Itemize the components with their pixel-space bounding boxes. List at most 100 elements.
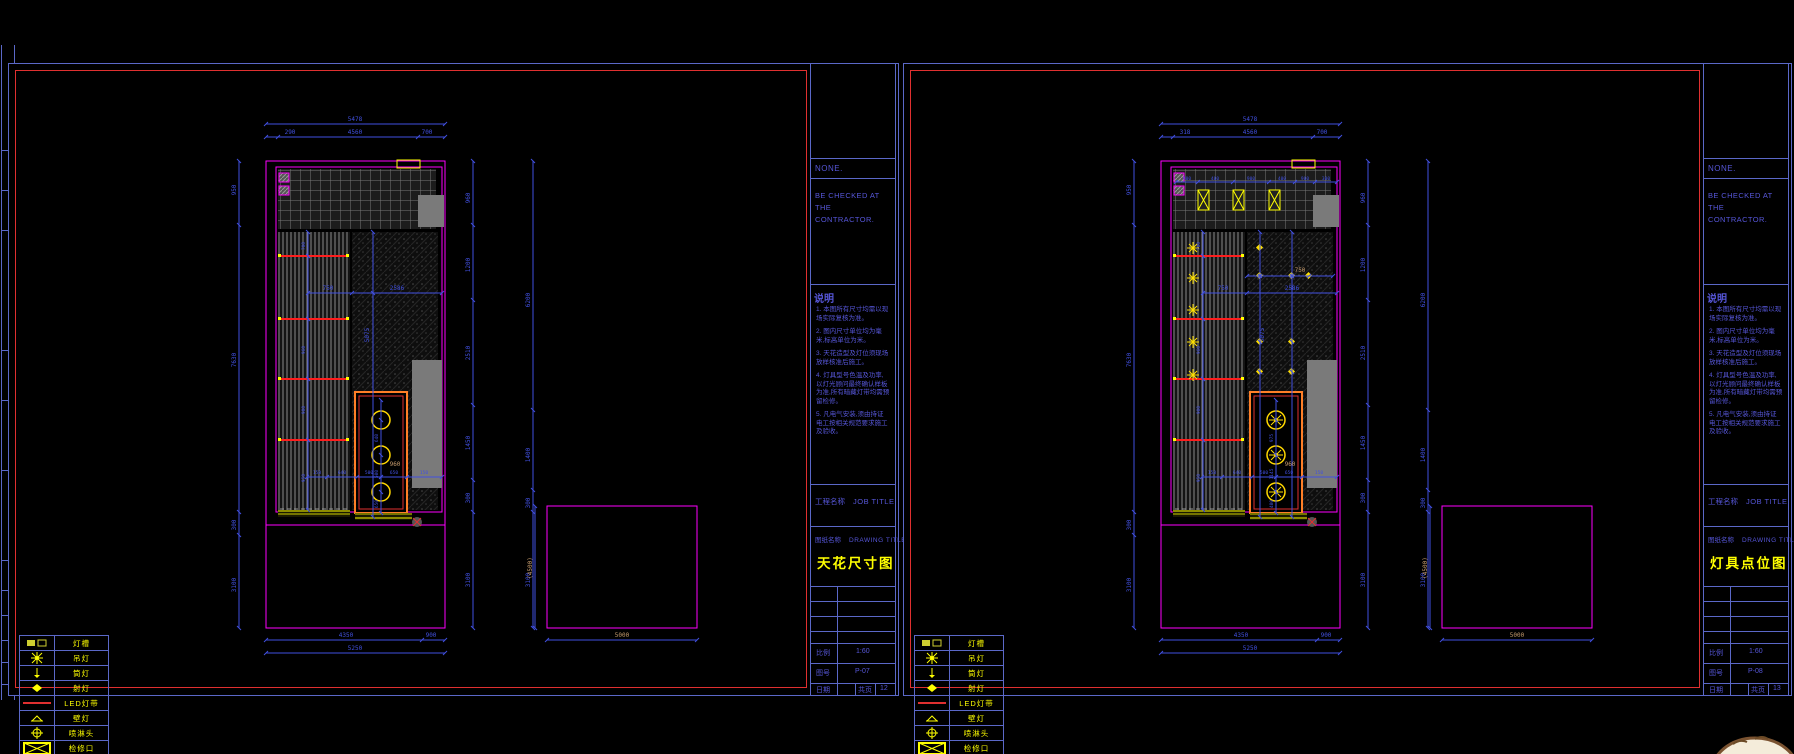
svg-text:5250: 5250	[348, 645, 363, 652]
svg-text:900: 900	[1247, 176, 1255, 182]
svg-text:150: 150	[313, 470, 321, 476]
dim-label: 5478	[348, 116, 363, 123]
spotlight-icon	[927, 684, 937, 692]
column-block	[1313, 195, 1339, 227]
person-head-overlay	[1716, 736, 1794, 754]
svg-text:975: 975	[1269, 434, 1275, 442]
svg-text:960: 960	[1360, 192, 1367, 203]
led-strip-icon	[918, 702, 946, 704]
svg-text:640: 640	[1233, 470, 1241, 476]
job-title-row: 工程名称 JOB TITLE	[815, 497, 895, 506]
svg-text:750: 750	[1295, 267, 1306, 274]
svg-text:960: 960	[1196, 346, 1202, 354]
none-note: NONE.	[815, 164, 843, 173]
svg-text:650: 650	[390, 470, 398, 476]
svg-text:3100: 3100	[1126, 577, 1133, 592]
spotlight-icon	[32, 684, 42, 692]
svg-text:4560: 4560	[1243, 129, 1258, 136]
svg-text:1145: 1145	[1269, 468, 1275, 479]
svg-text:7630: 7630	[231, 352, 238, 367]
lighting-plan-drawing: 5478 318 4560 700 900 400 900 400 900 30…	[1126, 116, 1431, 656]
svg-text:5000: 5000	[1510, 632, 1525, 639]
drawing-name: 灯具点位图	[1710, 556, 1788, 571]
legend-row: 灯槽	[20, 636, 108, 651]
svg-text:318: 318	[1180, 129, 1191, 136]
date-label: 日期	[816, 687, 830, 694]
svg-text:5478: 5478	[1243, 116, 1258, 123]
wall-lamp-icon	[30, 714, 44, 721]
svg-text:500: 500	[374, 470, 380, 478]
scale-label: 比例	[816, 650, 830, 657]
svg-text:500: 500	[1260, 470, 1268, 476]
legend-row: 吊灯	[915, 651, 1003, 666]
drawing-name: 天花尺寸图	[817, 556, 895, 571]
svg-text:300: 300	[1360, 492, 1367, 503]
legend-row: LED灯带	[915, 696, 1003, 711]
dim-label: 700	[422, 129, 433, 136]
dim-label: 290	[285, 129, 296, 136]
svg-text:750: 750	[1218, 285, 1229, 292]
svg-text:5075: 5075	[364, 327, 371, 342]
svg-text:900: 900	[1196, 406, 1202, 414]
svg-text:300: 300	[231, 519, 238, 530]
drawing-title-row: 图纸名称 DRAWING TITLE	[815, 537, 907, 544]
svg-text:(4500): (4500)	[527, 557, 534, 579]
svg-text:960: 960	[301, 346, 307, 354]
svg-text:650: 650	[374, 500, 380, 508]
access-panel-icon	[23, 742, 51, 754]
led-strip-icon	[23, 702, 51, 704]
legend-table: 灯槽 吊灯 筒灯 射灯 LED灯带 壁灯 喷淋头 检修口	[19, 635, 109, 754]
svg-text:150: 150	[1315, 470, 1323, 476]
svg-text:2510: 2510	[465, 345, 472, 360]
sprinkler-icon	[926, 726, 938, 739]
svg-text:150: 150	[420, 470, 428, 476]
downlight-icon	[34, 668, 40, 678]
svg-text:700: 700	[1317, 129, 1328, 136]
scale-value: 1:60	[856, 648, 870, 655]
notes-list: 1. 本图所有尺寸均需以现场实际复核为准。 2. 图内尺寸单位均为毫米,标高单位…	[816, 306, 890, 435]
svg-text:400: 400	[1278, 176, 1286, 182]
svg-text:900: 900	[426, 632, 437, 639]
svg-text:960: 960	[1285, 461, 1296, 468]
drawing-title-row: 图纸名称 DRAWING TITLE	[1708, 537, 1794, 544]
svg-text:700: 700	[301, 242, 307, 250]
downlight-icon	[929, 668, 935, 678]
number-value: P-07	[855, 668, 870, 675]
svg-text:300: 300	[1322, 176, 1330, 182]
grid-ceiling-hatch	[278, 169, 436, 229]
legend-table: 灯槽 吊灯 筒灯 射灯 LED灯带 壁灯 喷淋头 检修口	[914, 635, 1004, 754]
svg-text:750: 750	[323, 285, 334, 292]
notes-list: 1. 本图所有尺寸均需以现场实际复核为准。 2. 图内尺寸单位均为毫米,标高单位…	[1709, 306, 1783, 435]
pages-label: 共页	[858, 687, 872, 694]
access-panel-icon	[918, 742, 946, 754]
svg-text:400: 400	[1211, 176, 1219, 182]
none-note: NONE.	[1708, 164, 1736, 173]
svg-text:400: 400	[1269, 500, 1275, 508]
notes-header: 说明	[1707, 294, 1727, 305]
legend-row: 筒灯	[20, 666, 108, 681]
svg-text:5000: 5000	[615, 632, 630, 639]
svg-text:1200: 1200	[465, 257, 472, 272]
svg-text:(4500): (4500)	[1422, 557, 1429, 579]
svg-text:3100: 3100	[1360, 572, 1367, 587]
svg-text:300: 300	[465, 492, 472, 503]
svg-text:3100: 3100	[231, 577, 238, 592]
legend-row: 射灯	[20, 681, 108, 696]
legend-row: 喷淋头	[915, 726, 1003, 741]
legend-row: 吊灯	[20, 651, 108, 666]
svg-text:960: 960	[390, 461, 401, 468]
ceiling-plan-drawing: 5478 290 4560 700 950 7630 300 3100 960 …	[231, 116, 536, 656]
svg-text:5250: 5250	[1243, 645, 1258, 652]
neighbor-sheet-edge	[1, 45, 2, 700]
annex-room	[1441, 505, 1593, 629]
legend-row: 灯槽	[915, 636, 1003, 651]
cad-viewport: NONE. BE CHECKED AT THE CONTRACTOR. 说明 1…	[0, 0, 1794, 754]
svg-text:2510: 2510	[1360, 345, 1367, 360]
svg-text:7630: 7630	[1126, 352, 1133, 367]
svg-text:900: 900	[1183, 176, 1191, 182]
svg-text:6200: 6200	[1420, 292, 1427, 307]
dim-label: 4560	[348, 129, 363, 136]
sprinkler-icon	[31, 726, 43, 739]
svg-text:650: 650	[1285, 470, 1293, 476]
svg-text:300: 300	[1126, 519, 1133, 530]
